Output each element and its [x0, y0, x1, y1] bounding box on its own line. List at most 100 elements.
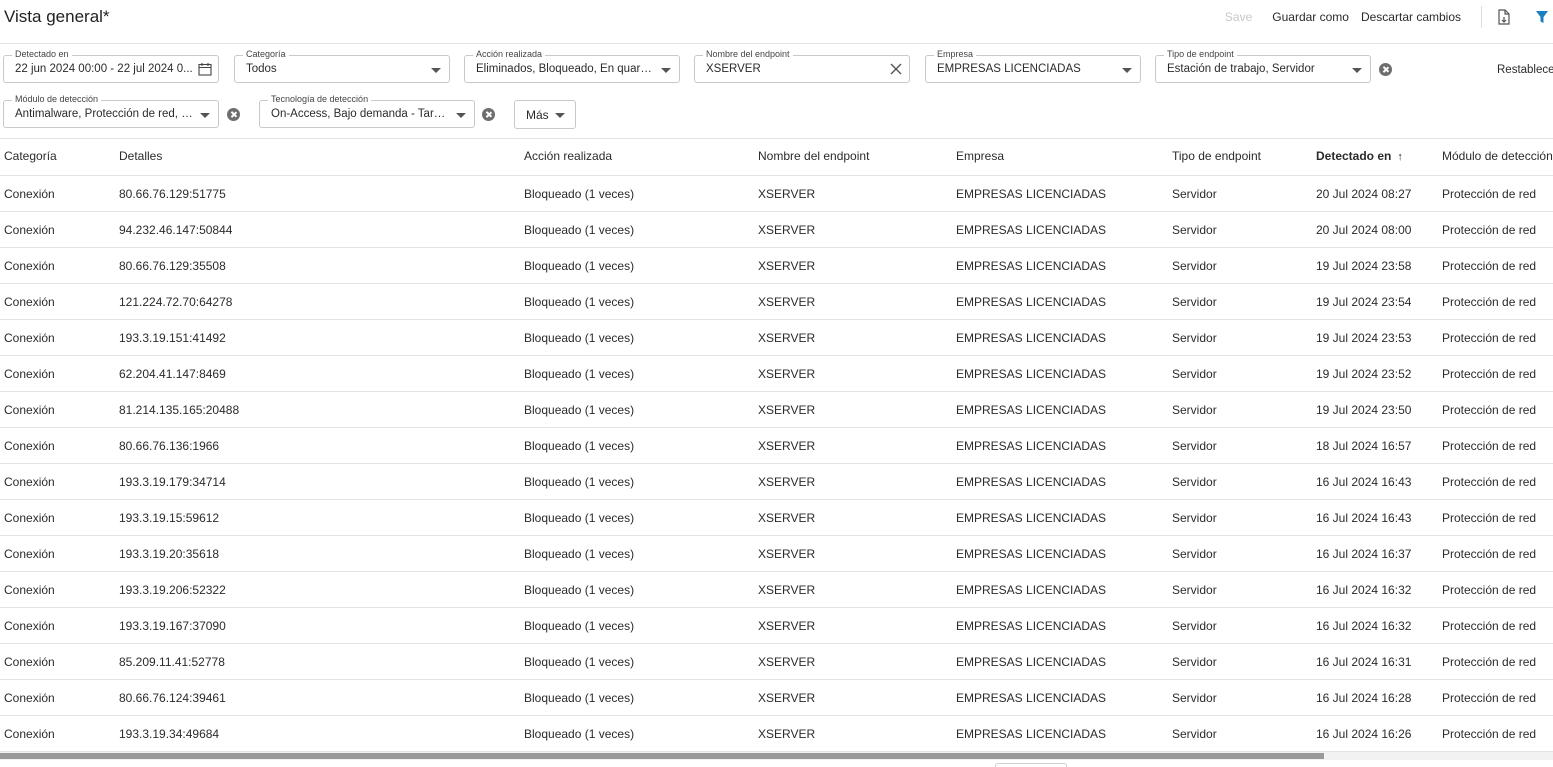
cell-company: EMPRESAS LICENCIADAS — [956, 295, 1107, 309]
cell-endpoint-type: Servidor — [1172, 583, 1217, 597]
export-button[interactable] — [1494, 7, 1514, 27]
cell-endpoint-name: XSERVER — [758, 223, 816, 237]
cell-details: 62.204.41.147:8469 — [119, 367, 226, 381]
cell-endpoint-name: XSERVER — [758, 655, 816, 669]
cell-detection-module: Protección de red — [1442, 439, 1537, 453]
cell-company: EMPRESAS LICENCIADAS — [956, 475, 1107, 489]
cell-detection-module: Protección de red — [1442, 223, 1537, 237]
table-row[interactable]: Conexión 62.204.41.147:8469 Bloqueado (1 v… — [0, 356, 1553, 392]
cell-category: Conexión — [4, 187, 55, 201]
horizontal-scrollbar[interactable] — [0, 752, 1553, 760]
cell-detected-at: 16 Jul 2024 16:28 — [1316, 691, 1412, 705]
cell-detection-module: Protección de red — [1442, 583, 1537, 597]
table-row[interactable]: Conexión 85.209.11.41:52778 Bloqueado (1 v… — [0, 644, 1553, 680]
filter-endpoint-name[interactable]: Nombre del endpoint XSERVER — [694, 48, 910, 83]
filter-action-taken[interactable]: Acción realizada Eliminados, Bloqueado, … — [464, 48, 680, 83]
filter-value: Antimalware, Protección de red, P... — [15, 108, 193, 120]
cell-action: Bloqueado (1 veces) — [524, 439, 635, 453]
table-row[interactable]: Conexión 80.66.76.129:51775 Bloqueado (1 v… — [0, 176, 1553, 212]
cell-endpoint-type: Servidor — [1172, 403, 1217, 417]
pagination-control[interactable] — [995, 763, 1067, 767]
clear-detection-module-icon[interactable] — [227, 108, 240, 121]
cell-detection-module: Protección de red — [1442, 187, 1537, 201]
close-icon[interactable] — [889, 62, 903, 76]
column-header-endpoint-type[interactable]: Tipo de endpoint — [1172, 149, 1261, 163]
cell-company: EMPRESAS LICENCIADAS — [956, 655, 1107, 669]
table-row[interactable]: Conexión 81.214.135.165:20488 Bloqueado (1… — [0, 392, 1553, 428]
cell-endpoint-type: Servidor — [1172, 439, 1217, 453]
cell-detection-module: Protección de red — [1442, 331, 1537, 345]
cell-action: Bloqueado (1 veces) — [524, 691, 635, 705]
calendar-icon[interactable] — [198, 62, 212, 76]
cell-detected-at: 16 Jul 2024 16:43 — [1316, 511, 1412, 525]
reset-filters-link[interactable]: Restablecer — [1497, 64, 1553, 76]
table-row[interactable]: Conexión 193.3.19.15:59612 Bloqueado (1 ve… — [0, 500, 1553, 536]
file-export-icon — [1498, 9, 1510, 25]
filter-endpoint-type[interactable]: Tipo de endpoint Estación de trabajo, Se… — [1155, 48, 1371, 83]
column-header-category[interactable]: Categoría — [4, 149, 57, 163]
table-row[interactable]: Conexión 193.3.19.206:52322 Bloqueado (1 v… — [0, 572, 1553, 608]
cell-detection-module: Protección de red — [1442, 475, 1537, 489]
save-button[interactable]: Save — [1219, 10, 1258, 24]
clear-endpoint-type-icon[interactable] — [1379, 63, 1392, 76]
cell-endpoint-type: Servidor — [1172, 655, 1217, 669]
column-header-details[interactable]: Detalles — [119, 149, 162, 163]
cell-company: EMPRESAS LICENCIADAS — [956, 187, 1107, 201]
filter-value: EMPRESAS LICENCIADAS — [937, 63, 1081, 75]
table-row[interactable]: Conexión 193.3.19.167:37090 Bloqueado (1 v… — [0, 608, 1553, 644]
cell-endpoint-name: XSERVER — [758, 259, 816, 273]
filter-icon — [1536, 11, 1548, 23]
table-row[interactable]: Conexión 80.66.76.129:35508 Bloqueado (1 v… — [0, 248, 1553, 284]
chevron-down-icon — [1352, 68, 1362, 73]
table-row[interactable]: Conexión 193.3.19.179:34714 Bloqueado (1 v… — [0, 464, 1553, 500]
table-row[interactable]: Conexión 80.66.76.124:39461 Bloqueado (1 v… — [0, 680, 1553, 716]
scrollbar-thumb[interactable] — [0, 753, 1324, 759]
cell-endpoint-type: Servidor — [1172, 691, 1217, 705]
more-filters-button[interactable]: Más — [514, 100, 576, 129]
filter-detection-technology[interactable]: Tecnología de detección On-Access, Bajo … — [259, 93, 475, 128]
column-header-action[interactable]: Acción realizada — [524, 149, 612, 163]
cell-detection-module: Protección de red — [1442, 511, 1537, 525]
table-row[interactable]: Conexión 193.3.19.34:49684 Bloqueado (1 ve… — [0, 716, 1553, 752]
cell-action: Bloqueado (1 veces) — [524, 583, 635, 597]
chevron-down-icon — [555, 113, 565, 118]
cell-detection-module: Protección de red — [1442, 547, 1537, 561]
column-header-company[interactable]: Empresa — [956, 149, 1004, 163]
column-header-detected-at[interactable]: Detectado en ↑ — [1316, 149, 1403, 163]
cell-endpoint-type: Servidor — [1172, 223, 1217, 237]
cell-action: Bloqueado (1 veces) — [524, 547, 635, 561]
filter-value: On-Access, Bajo demanda - Tarea... — [271, 108, 449, 120]
cell-endpoint-type: Servidor — [1172, 547, 1217, 561]
table-row[interactable]: Conexión 121.224.72.70:64278 Bloqueado (1 … — [0, 284, 1553, 320]
filter-detection-module[interactable]: Módulo de detección Antimalware, Protecc… — [3, 93, 219, 128]
cell-endpoint-type: Servidor — [1172, 727, 1217, 741]
filter-company[interactable]: Empresa EMPRESAS LICENCIADAS — [925, 48, 1141, 83]
table-row[interactable]: Conexión 193.3.19.151:41492 Bloqueado (1 v… — [0, 320, 1553, 356]
cell-endpoint-name: XSERVER — [758, 295, 816, 309]
save-as-button[interactable]: Guardar como — [1266, 10, 1355, 24]
clear-detection-technology-icon[interactable] — [482, 108, 495, 121]
discard-changes-button[interactable]: Descartar cambios — [1355, 10, 1467, 24]
cell-detection-module: Protección de red — [1442, 403, 1537, 417]
filter-value: Estación de trabajo, Servidor — [1167, 63, 1315, 75]
table-row[interactable]: Conexión 94.232.46.147:50844 Bloqueado (1 … — [0, 212, 1553, 248]
cell-action: Bloqueado (1 veces) — [524, 331, 635, 345]
column-header-detection-module[interactable]: Módulo de detección — [1442, 149, 1553, 163]
filter-category[interactable]: Categoría Todos — [234, 48, 450, 83]
table-row[interactable]: Conexión 193.3.19.20:35618 Bloqueado (1 ve… — [0, 536, 1553, 572]
column-header-endpoint-name[interactable]: Nombre del endpoint — [758, 149, 869, 163]
cell-action: Bloqueado (1 veces) — [524, 367, 635, 381]
cell-details: 193.3.19.206:52322 — [119, 583, 226, 597]
table-row[interactable]: Conexión 80.66.76.136:1966 Bloqueado (1 ve… — [0, 428, 1553, 464]
filter-toggle-button[interactable] — [1532, 7, 1552, 27]
cell-detected-at: 16 Jul 2024 16:26 — [1316, 727, 1412, 741]
cell-category: Conexión — [4, 331, 55, 345]
filter-detected-date[interactable]: Detectado en 22 jun 2024 00:00 - 22 jul … — [3, 48, 219, 83]
header-divider — [1481, 6, 1482, 28]
cell-category: Conexión — [4, 691, 55, 705]
cell-details: 121.224.72.70:64278 — [119, 295, 233, 309]
cell-details: 81.214.135.165:20488 — [119, 403, 240, 417]
chevron-down-icon — [200, 113, 210, 118]
cell-action: Bloqueado (1 veces) — [524, 403, 635, 417]
cell-company: EMPRESAS LICENCIADAS — [956, 259, 1107, 273]
